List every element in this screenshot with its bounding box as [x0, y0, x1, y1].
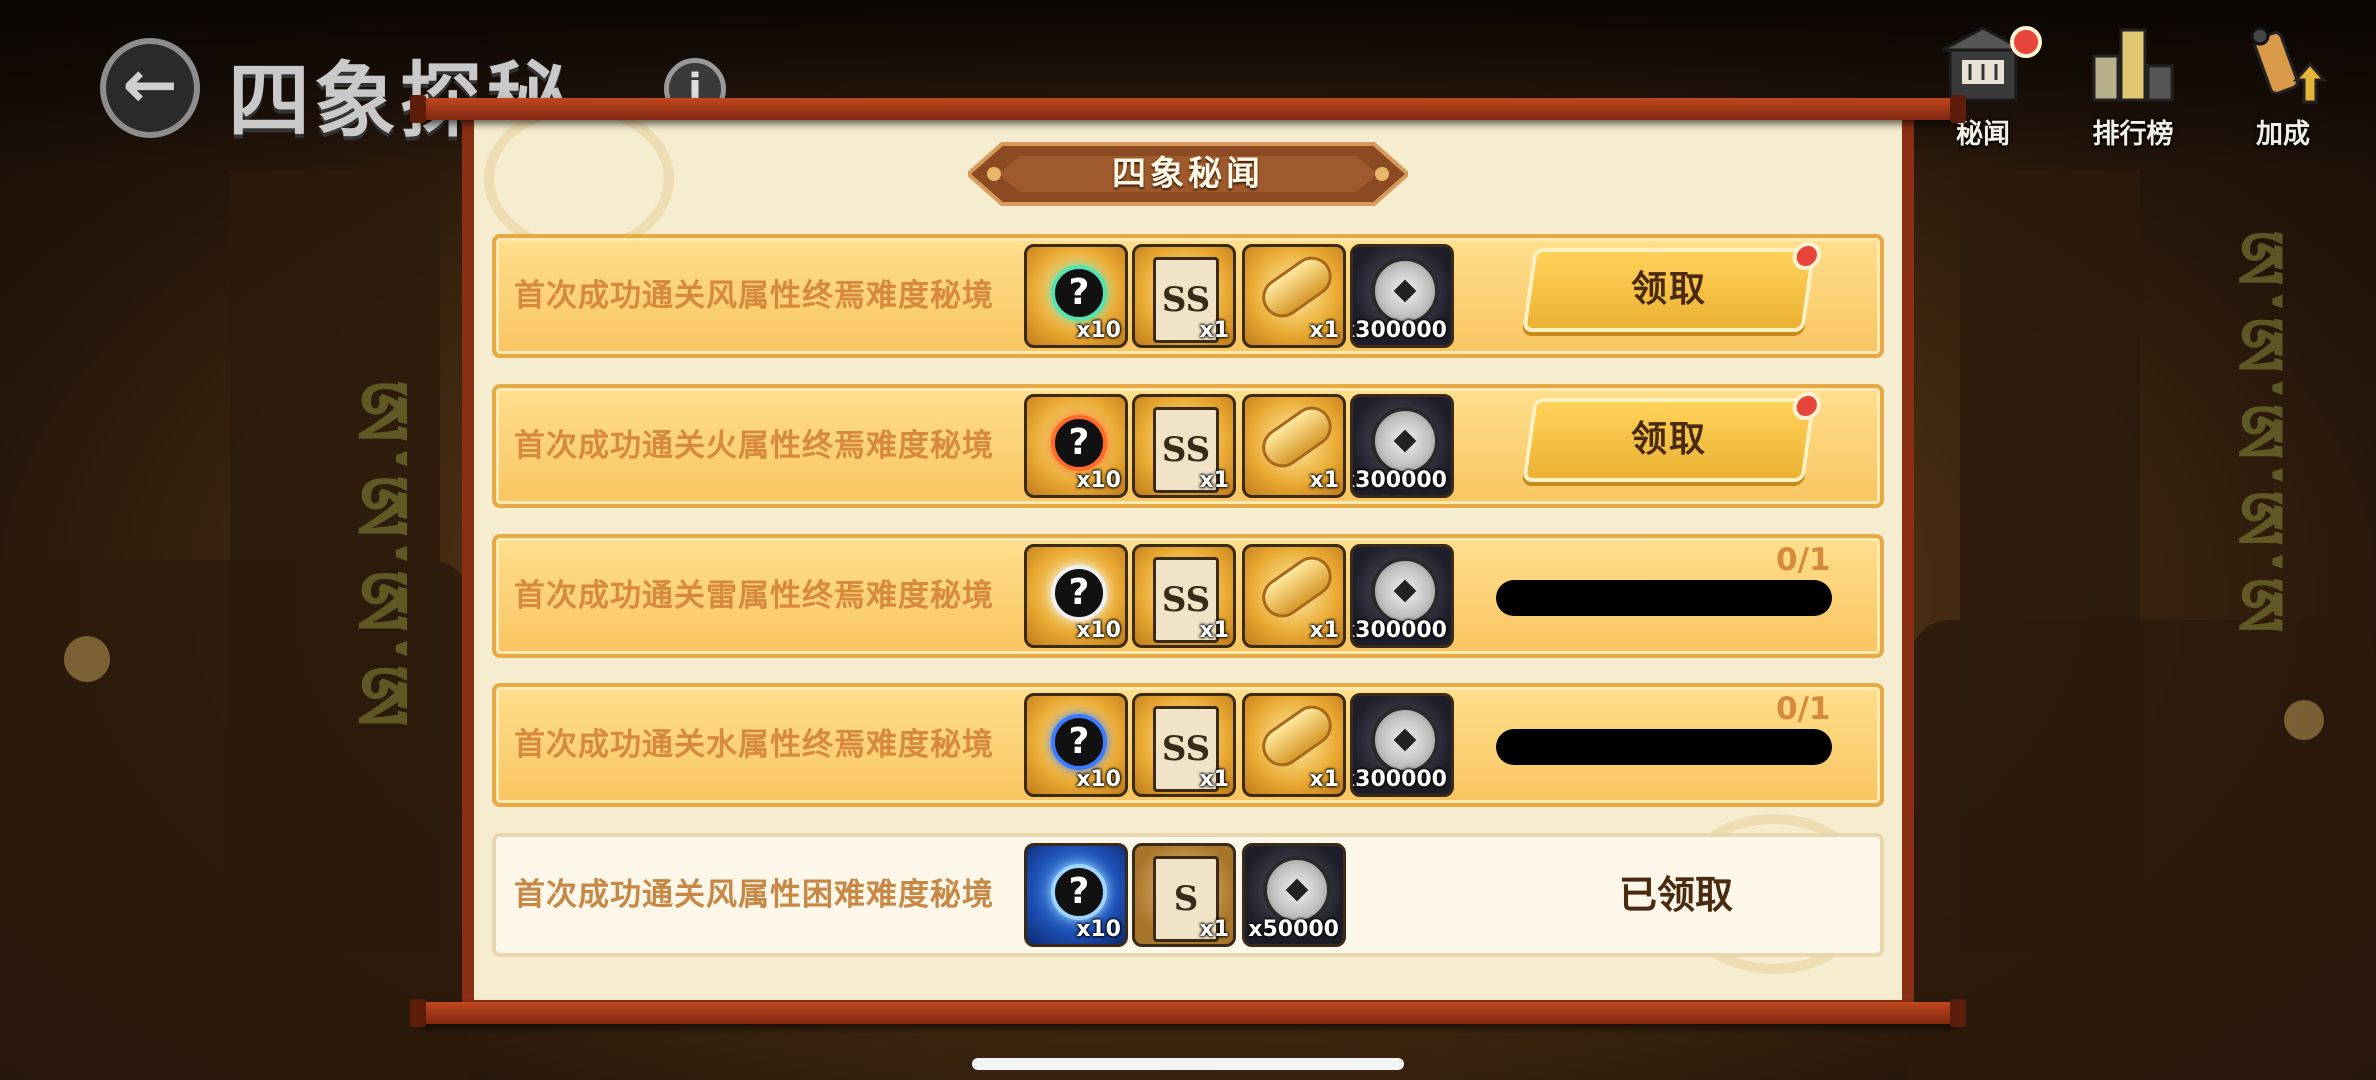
progress-bar: [1496, 729, 1832, 765]
leaderboard-icon: [2092, 28, 2174, 102]
reward-quantity: x300000: [1350, 618, 1447, 643]
achievement-row: 首次成功通关风属性困难难度秘境? x10 Sx1 x50000 已领取: [492, 833, 1884, 957]
reward-item[interactable]: x300000: [1350, 394, 1454, 498]
silver-coin-icon: [1371, 407, 1439, 475]
reward-item[interactable]: ? x10: [1024, 394, 1128, 498]
reward-item[interactable]: SS x1: [1132, 693, 1236, 797]
reward-quantity: x1: [1309, 468, 1340, 493]
reward-quantity: x50000: [1248, 917, 1339, 942]
scroll-rod-top: [410, 95, 1966, 123]
nav-label: 加成: [2256, 119, 2310, 150]
nav-button-secret-news[interactable]: 秘闻: [1918, 14, 2048, 154]
achievement-row: 首次成功通关水属性终焉难度秘境? x10 SS x1 x1 x300000 0/1: [492, 683, 1884, 807]
mystery-orb-fire-icon: ?: [1051, 415, 1107, 471]
rod-cap-right: [1950, 999, 1966, 1027]
mystery-orb-blue-icon: ?: [1051, 864, 1107, 920]
arrow-left-icon: ←: [122, 46, 178, 123]
claim-button-label: 领取: [1630, 269, 1707, 310]
reward-quantity: x1: [1309, 618, 1340, 643]
reward-item[interactable]: ? x10: [1024, 843, 1128, 947]
nav-label: 排行榜: [2092, 119, 2174, 150]
reward-quantity: x10: [1076, 618, 1121, 643]
back-button[interactable]: ←: [100, 38, 200, 138]
reward-quantity: x300000: [1350, 468, 1447, 493]
notification-badge: [1790, 242, 1823, 270]
reward-quantity: x300000: [1350, 767, 1447, 792]
reward-item[interactable]: SS x1: [1132, 244, 1236, 348]
rod-cap-left: [410, 999, 426, 1027]
reward-quantity: x1: [1309, 318, 1340, 343]
silver-coin-icon: [1371, 257, 1439, 325]
reward-item[interactable]: x1: [1242, 244, 1346, 348]
rod-cap-right: [1950, 95, 1966, 123]
nav-button-leaderboard[interactable]: 排行榜: [2068, 14, 2198, 154]
achievement-description: 首次成功通关风属性困难难度秘境: [514, 877, 994, 913]
reward-quantity: x10: [1076, 767, 1121, 792]
reward-item[interactable]: SS x1: [1132, 544, 1236, 648]
cloud-ornament: [484, 114, 674, 254]
achievement-row: 首次成功通关雷属性终焉难度秘境? x10 SS x1 x1 x300000 0/1: [492, 534, 1884, 658]
golden-scroll-icon: [1254, 548, 1340, 626]
reward-quantity: x1: [1199, 318, 1230, 343]
reward-quantity: x1: [1199, 917, 1230, 942]
golden-scroll-icon: [1254, 398, 1340, 476]
reward-quantity: x10: [1076, 468, 1121, 493]
background-lantern-left: [64, 636, 110, 682]
reward-item[interactable]: ? x10: [1024, 244, 1128, 348]
golden-scroll-icon: [1254, 697, 1340, 775]
progress-count: 0/1: [1776, 542, 1831, 578]
reward-item[interactable]: ? x10: [1024, 544, 1128, 648]
reward-item[interactable]: x300000: [1350, 544, 1454, 648]
achievement-row: 首次成功通关风属性终焉难度秘境? x10 SS x1 x1 x300000 领取: [492, 234, 1884, 358]
achievement-description: 首次成功通关水属性终焉难度秘境: [514, 727, 994, 763]
home-indicator[interactable]: [972, 1058, 1404, 1070]
nav-button-boost[interactable]: 加成: [2218, 14, 2348, 154]
claimed-status: 已领取: [1618, 873, 1733, 917]
background-glyph-column-left: ཨ་ཨ་ཨ་ཨ: [334, 380, 425, 736]
mystery-orb-thunder-icon: ?: [1051, 565, 1107, 621]
reward-item[interactable]: x1: [1242, 544, 1346, 648]
golden-scroll-icon: [1254, 248, 1340, 326]
claim-button[interactable]: 领取: [1522, 242, 1823, 332]
reward-item[interactable]: x50000: [1242, 843, 1346, 947]
reward-quantity: x1: [1199, 767, 1230, 792]
reward-item[interactable]: x300000: [1350, 244, 1454, 348]
reward-quantity: x1: [1309, 767, 1340, 792]
mystery-orb-wind-icon: ?: [1051, 265, 1107, 321]
boost-scroll-icon: [2250, 26, 2328, 104]
achievement-row: 首次成功通关火属性终焉难度秘境? x10 SS x1 x1 x300000 领取: [492, 384, 1884, 508]
reward-item[interactable]: x1: [1242, 693, 1346, 797]
progress-count: 0/1: [1776, 691, 1831, 727]
progress-bar: [1496, 580, 1832, 616]
panel-title-plaque: 四象秘闻: [968, 142, 1408, 206]
silver-coin-icon: [1263, 856, 1331, 924]
scroll-rod-bottom: [410, 999, 1966, 1027]
reward-quantity: x300000: [1350, 318, 1447, 343]
reward-item[interactable]: x1: [1242, 394, 1346, 498]
reward-item[interactable]: SS x1: [1132, 394, 1236, 498]
reward-quantity: x10: [1076, 318, 1121, 343]
reward-item[interactable]: x300000: [1350, 693, 1454, 797]
reward-item[interactable]: ? x10: [1024, 693, 1128, 797]
reward-quantity: x1: [1199, 618, 1230, 643]
mystery-orb-water-icon: ?: [1051, 714, 1107, 770]
notification-badge: [1790, 392, 1823, 420]
reward-quantity: x10: [1076, 917, 1121, 942]
achievement-description: 首次成功通关火属性终焉难度秘境: [514, 428, 994, 464]
rod-cap-left: [410, 95, 426, 123]
claim-button[interactable]: 领取: [1522, 392, 1823, 482]
reward-item[interactable]: Sx1: [1132, 843, 1236, 947]
achievement-description: 首次成功通关雷属性终焉难度秘境: [514, 578, 994, 614]
claim-button-label: 领取: [1630, 419, 1707, 460]
reward-quantity: x1: [1199, 468, 1230, 493]
silver-coin-icon: [1371, 706, 1439, 774]
achievement-description: 首次成功通关风属性终焉难度秘境: [514, 278, 994, 314]
notification-badge: [2010, 26, 2042, 58]
silver-coin-icon: [1371, 557, 1439, 625]
panel-title: 四象秘闻: [1112, 154, 1264, 194]
background-glyph-column-right: ཨ་ཨ་ཨ་ཨ་ཨ: [2217, 230, 2300, 642]
